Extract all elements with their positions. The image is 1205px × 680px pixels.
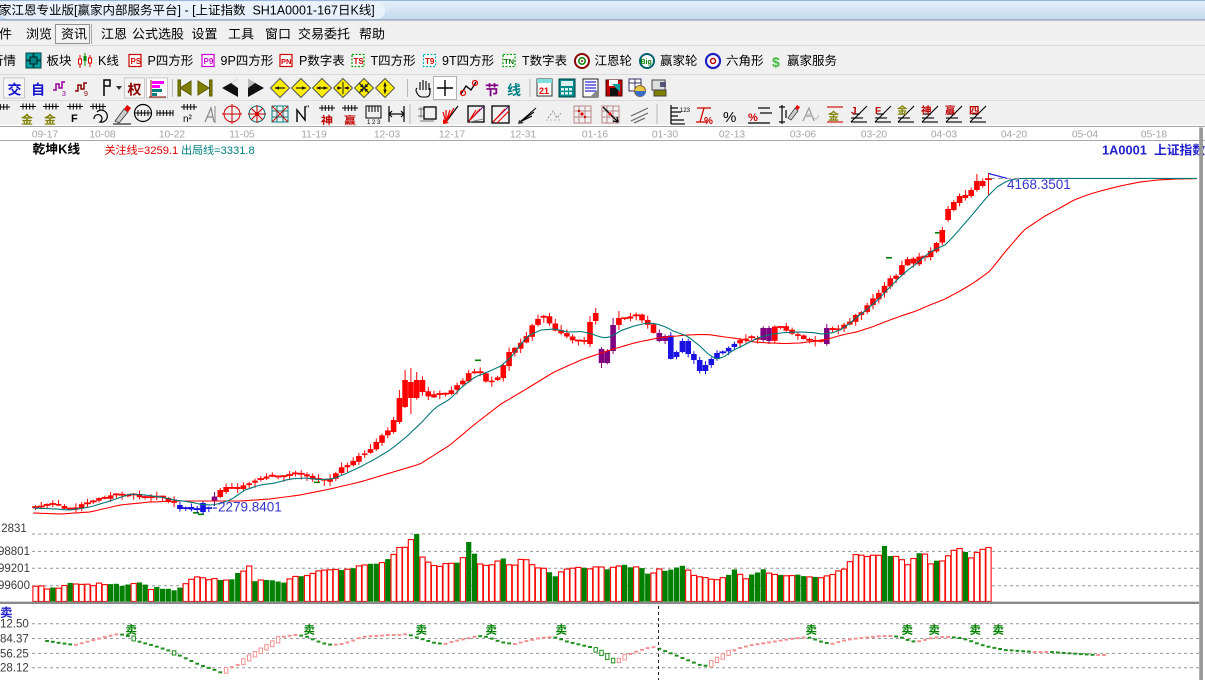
svg-text:10-08: 10-08 <box>89 130 116 141</box>
svg-text:01-30: 01-30 <box>652 130 679 141</box>
svg-text:4168.3501: 4168.3501 <box>1007 177 1071 192</box>
svg-text:F: F <box>875 106 881 117</box>
svg-text:1A0001: 1A0001 <box>1102 143 1154 158</box>
svg-text:12-03: 12-03 <box>374 130 401 141</box>
svg-text:P: P <box>299 54 307 68</box>
svg-text:84.37: 84.37 <box>0 634 29 646</box>
svg-text:03-06: 03-06 <box>790 130 817 141</box>
svg-text:.2831: .2831 <box>0 523 27 535</box>
svg-text:04-03: 04-03 <box>931 130 958 141</box>
svg-text:123: 123 <box>680 108 691 114</box>
svg-text:TN: TN <box>504 57 514 66</box>
svg-text:[: [ <box>74 4 78 18</box>
svg-text:TS: TS <box>354 57 365 66</box>
svg-text:K: K <box>351 4 360 18</box>
svg-text:99201: 99201 <box>0 563 30 575</box>
svg-text:T: T <box>371 54 379 68</box>
svg-text:SH1A0001-167: SH1A0001-167 <box>246 4 338 18</box>
svg-text:P9: P9 <box>204 57 214 66</box>
svg-text:9: 9 <box>84 91 88 98</box>
svg-text:02-13: 02-13 <box>719 130 746 141</box>
svg-text:K: K <box>58 142 68 157</box>
svg-text:T: T <box>522 54 530 68</box>
svg-text:2279.8401: 2279.8401 <box>218 500 282 515</box>
svg-text:12-17: 12-17 <box>439 130 466 141</box>
svg-text:12.50: 12.50 <box>0 619 29 631</box>
svg-text:PN: PN <box>281 57 291 66</box>
svg-text:": " <box>306 104 309 114</box>
svg-text:05-04: 05-04 <box>1072 130 1099 141</box>
svg-text:01-16: 01-16 <box>582 130 609 141</box>
svg-text:56.25: 56.25 <box>0 648 29 660</box>
svg-text:F: F <box>71 113 78 125</box>
svg-text:9P: 9P <box>221 54 236 68</box>
svg-text:=3331.8: =3331.8 <box>214 145 255 157</box>
svg-text:=3259.1: =3259.1 <box>138 145 179 157</box>
svg-text:3: 3 <box>62 91 66 98</box>
svg-text:10-22: 10-22 <box>159 130 186 141</box>
svg-text:PS: PS <box>131 57 142 66</box>
svg-text:99600: 99600 <box>0 580 30 592</box>
svg-text:04-20: 04-20 <box>1001 130 1028 141</box>
svg-text:%: % <box>748 112 758 124</box>
svg-text:98801: 98801 <box>0 546 30 558</box>
svg-text:09-17: 09-17 <box>32 130 59 141</box>
svg-text:9T: 9T <box>442 54 457 68</box>
svg-text:] - [: ] - [ <box>178 4 197 18</box>
svg-text:%: % <box>723 109 736 126</box>
svg-text:11-19: 11-19 <box>301 130 327 141</box>
svg-text:n²: n² <box>183 114 193 125</box>
svg-text:05-18: 05-18 <box>1141 130 1168 141</box>
svg-text:P: P <box>148 54 156 68</box>
svg-text:J: J <box>851 106 857 117</box>
svg-text:11-05: 11-05 <box>229 130 255 141</box>
svg-text:03-20: 03-20 <box>861 130 888 141</box>
svg-text:$: $ <box>772 54 780 70</box>
svg-text:28.12: 28.12 <box>0 663 29 675</box>
svg-text:T9: T9 <box>425 57 435 66</box>
svg-text:]: ] <box>371 4 374 18</box>
svg-text:21: 21 <box>539 86 549 96</box>
svg-text:Big: Big <box>641 59 652 66</box>
svg-text:K: K <box>98 54 107 68</box>
svg-text:12-31: 12-31 <box>510 130 537 141</box>
